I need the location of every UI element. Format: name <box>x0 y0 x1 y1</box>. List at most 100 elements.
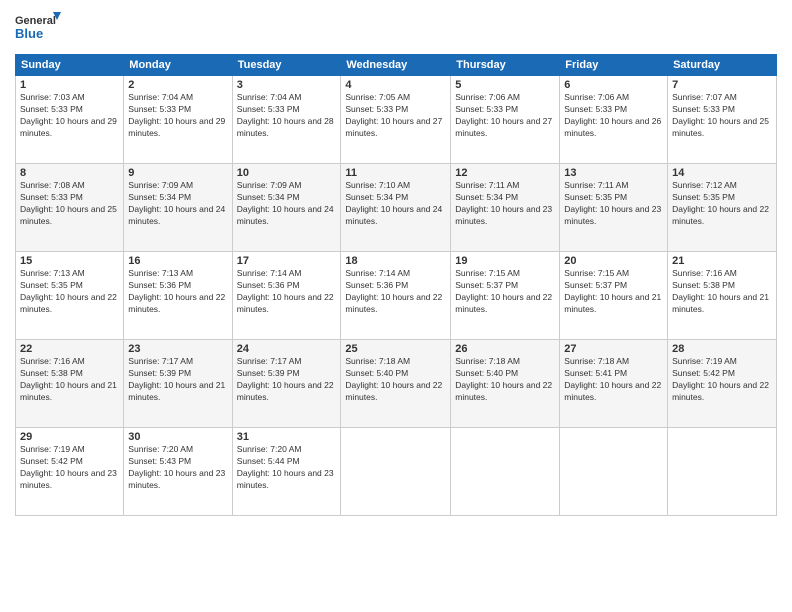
day-info: Sunrise: 7:17 AM Sunset: 5:39 PM Dayligh… <box>237 356 337 404</box>
day-number: 22 <box>20 343 119 355</box>
calendar-cell: 23 Sunrise: 7:17 AM Sunset: 5:39 PM Dayl… <box>124 340 232 428</box>
day-info: Sunrise: 7:20 AM Sunset: 5:43 PM Dayligh… <box>128 444 227 492</box>
logo-svg: General Blue <box>15 10 65 46</box>
day-number: 1 <box>20 79 119 91</box>
week-row-1: 1 Sunrise: 7:03 AM Sunset: 5:33 PM Dayli… <box>16 76 777 164</box>
calendar-cell: 20 Sunrise: 7:15 AM Sunset: 5:37 PM Dayl… <box>560 252 668 340</box>
day-number: 13 <box>564 167 663 179</box>
day-info: Sunrise: 7:12 AM Sunset: 5:35 PM Dayligh… <box>672 180 772 228</box>
header-monday: Monday <box>124 55 232 76</box>
day-info: Sunrise: 7:04 AM Sunset: 5:33 PM Dayligh… <box>128 92 227 140</box>
header: General Blue <box>15 10 777 46</box>
day-info: Sunrise: 7:15 AM Sunset: 5:37 PM Dayligh… <box>455 268 555 316</box>
day-info: Sunrise: 7:06 AM Sunset: 5:33 PM Dayligh… <box>564 92 663 140</box>
calendar-cell: 12 Sunrise: 7:11 AM Sunset: 5:34 PM Dayl… <box>451 164 560 252</box>
day-number: 16 <box>128 255 227 267</box>
calendar-cell: 6 Sunrise: 7:06 AM Sunset: 5:33 PM Dayli… <box>560 76 668 164</box>
calendar-cell: 10 Sunrise: 7:09 AM Sunset: 5:34 PM Dayl… <box>232 164 341 252</box>
day-number: 19 <box>455 255 555 267</box>
calendar-cell <box>341 428 451 516</box>
day-number: 9 <box>128 167 227 179</box>
day-info: Sunrise: 7:18 AM Sunset: 5:41 PM Dayligh… <box>564 356 663 404</box>
calendar-cell: 3 Sunrise: 7:04 AM Sunset: 5:33 PM Dayli… <box>232 76 341 164</box>
day-number: 12 <box>455 167 555 179</box>
calendar-cell: 17 Sunrise: 7:14 AM Sunset: 5:36 PM Dayl… <box>232 252 341 340</box>
day-info: Sunrise: 7:09 AM Sunset: 5:34 PM Dayligh… <box>237 180 337 228</box>
day-info: Sunrise: 7:04 AM Sunset: 5:33 PM Dayligh… <box>237 92 337 140</box>
day-info: Sunrise: 7:17 AM Sunset: 5:39 PM Dayligh… <box>128 356 227 404</box>
day-info: Sunrise: 7:05 AM Sunset: 5:33 PM Dayligh… <box>345 92 446 140</box>
day-info: Sunrise: 7:14 AM Sunset: 5:36 PM Dayligh… <box>237 268 337 316</box>
calendar-cell: 14 Sunrise: 7:12 AM Sunset: 5:35 PM Dayl… <box>668 164 777 252</box>
calendar-cell: 8 Sunrise: 7:08 AM Sunset: 5:33 PM Dayli… <box>16 164 124 252</box>
calendar-cell <box>668 428 777 516</box>
week-row-3: 15 Sunrise: 7:13 AM Sunset: 5:35 PM Dayl… <box>16 252 777 340</box>
header-friday: Friday <box>560 55 668 76</box>
day-info: Sunrise: 7:18 AM Sunset: 5:40 PM Dayligh… <box>345 356 446 404</box>
day-info: Sunrise: 7:15 AM Sunset: 5:37 PM Dayligh… <box>564 268 663 316</box>
day-number: 4 <box>345 79 446 91</box>
calendar-cell: 11 Sunrise: 7:10 AM Sunset: 5:34 PM Dayl… <box>341 164 451 252</box>
calendar-cell: 13 Sunrise: 7:11 AM Sunset: 5:35 PM Dayl… <box>560 164 668 252</box>
calendar-cell: 27 Sunrise: 7:18 AM Sunset: 5:41 PM Dayl… <box>560 340 668 428</box>
calendar-cell <box>560 428 668 516</box>
day-number: 10 <box>237 167 337 179</box>
day-number: 31 <box>237 431 337 443</box>
calendar-cell: 2 Sunrise: 7:04 AM Sunset: 5:33 PM Dayli… <box>124 76 232 164</box>
calendar-cell: 28 Sunrise: 7:19 AM Sunset: 5:42 PM Dayl… <box>668 340 777 428</box>
week-row-2: 8 Sunrise: 7:08 AM Sunset: 5:33 PM Dayli… <box>16 164 777 252</box>
day-info: Sunrise: 7:08 AM Sunset: 5:33 PM Dayligh… <box>20 180 119 228</box>
day-info: Sunrise: 7:14 AM Sunset: 5:36 PM Dayligh… <box>345 268 446 316</box>
header-wednesday: Wednesday <box>341 55 451 76</box>
day-number: 11 <box>345 167 446 179</box>
week-row-4: 22 Sunrise: 7:16 AM Sunset: 5:38 PM Dayl… <box>16 340 777 428</box>
calendar-cell: 21 Sunrise: 7:16 AM Sunset: 5:38 PM Dayl… <box>668 252 777 340</box>
day-number: 27 <box>564 343 663 355</box>
day-number: 25 <box>345 343 446 355</box>
day-info: Sunrise: 7:16 AM Sunset: 5:38 PM Dayligh… <box>672 268 772 316</box>
calendar-cell: 18 Sunrise: 7:14 AM Sunset: 5:36 PM Dayl… <box>341 252 451 340</box>
day-info: Sunrise: 7:19 AM Sunset: 5:42 PM Dayligh… <box>672 356 772 404</box>
calendar-table: SundayMondayTuesdayWednesdayThursdayFrid… <box>15 54 777 516</box>
header-tuesday: Tuesday <box>232 55 341 76</box>
day-number: 6 <box>564 79 663 91</box>
calendar-cell: 24 Sunrise: 7:17 AM Sunset: 5:39 PM Dayl… <box>232 340 341 428</box>
day-number: 23 <box>128 343 227 355</box>
day-number: 5 <box>455 79 555 91</box>
page: General Blue SundayMondayTuesdayWednesda… <box>0 0 792 612</box>
day-info: Sunrise: 7:11 AM Sunset: 5:34 PM Dayligh… <box>455 180 555 228</box>
day-info: Sunrise: 7:13 AM Sunset: 5:36 PM Dayligh… <box>128 268 227 316</box>
calendar-cell: 19 Sunrise: 7:15 AM Sunset: 5:37 PM Dayl… <box>451 252 560 340</box>
day-number: 28 <box>672 343 772 355</box>
header-saturday: Saturday <box>668 55 777 76</box>
calendar-cell: 30 Sunrise: 7:20 AM Sunset: 5:43 PM Dayl… <box>124 428 232 516</box>
day-number: 18 <box>345 255 446 267</box>
day-number: 15 <box>20 255 119 267</box>
day-info: Sunrise: 7:11 AM Sunset: 5:35 PM Dayligh… <box>564 180 663 228</box>
day-number: 8 <box>20 167 119 179</box>
day-number: 2 <box>128 79 227 91</box>
day-number: 21 <box>672 255 772 267</box>
day-number: 24 <box>237 343 337 355</box>
day-info: Sunrise: 7:10 AM Sunset: 5:34 PM Dayligh… <box>345 180 446 228</box>
calendar-cell: 4 Sunrise: 7:05 AM Sunset: 5:33 PM Dayli… <box>341 76 451 164</box>
header-thursday: Thursday <box>451 55 560 76</box>
calendar-cell: 5 Sunrise: 7:06 AM Sunset: 5:33 PM Dayli… <box>451 76 560 164</box>
day-info: Sunrise: 7:20 AM Sunset: 5:44 PM Dayligh… <box>237 444 337 492</box>
calendar-cell: 16 Sunrise: 7:13 AM Sunset: 5:36 PM Dayl… <box>124 252 232 340</box>
calendar-cell: 1 Sunrise: 7:03 AM Sunset: 5:33 PM Dayli… <box>16 76 124 164</box>
calendar-cell <box>451 428 560 516</box>
calendar-header-row: SundayMondayTuesdayWednesdayThursdayFrid… <box>16 55 777 76</box>
logo: General Blue <box>15 10 65 46</box>
day-info: Sunrise: 7:16 AM Sunset: 5:38 PM Dayligh… <box>20 356 119 404</box>
header-sunday: Sunday <box>16 55 124 76</box>
calendar-cell: 31 Sunrise: 7:20 AM Sunset: 5:44 PM Dayl… <box>232 428 341 516</box>
day-info: Sunrise: 7:18 AM Sunset: 5:40 PM Dayligh… <box>455 356 555 404</box>
day-info: Sunrise: 7:07 AM Sunset: 5:33 PM Dayligh… <box>672 92 772 140</box>
day-number: 20 <box>564 255 663 267</box>
calendar-cell: 7 Sunrise: 7:07 AM Sunset: 5:33 PM Dayli… <box>668 76 777 164</box>
day-number: 30 <box>128 431 227 443</box>
calendar-cell: 15 Sunrise: 7:13 AM Sunset: 5:35 PM Dayl… <box>16 252 124 340</box>
day-number: 29 <box>20 431 119 443</box>
calendar-cell: 26 Sunrise: 7:18 AM Sunset: 5:40 PM Dayl… <box>451 340 560 428</box>
